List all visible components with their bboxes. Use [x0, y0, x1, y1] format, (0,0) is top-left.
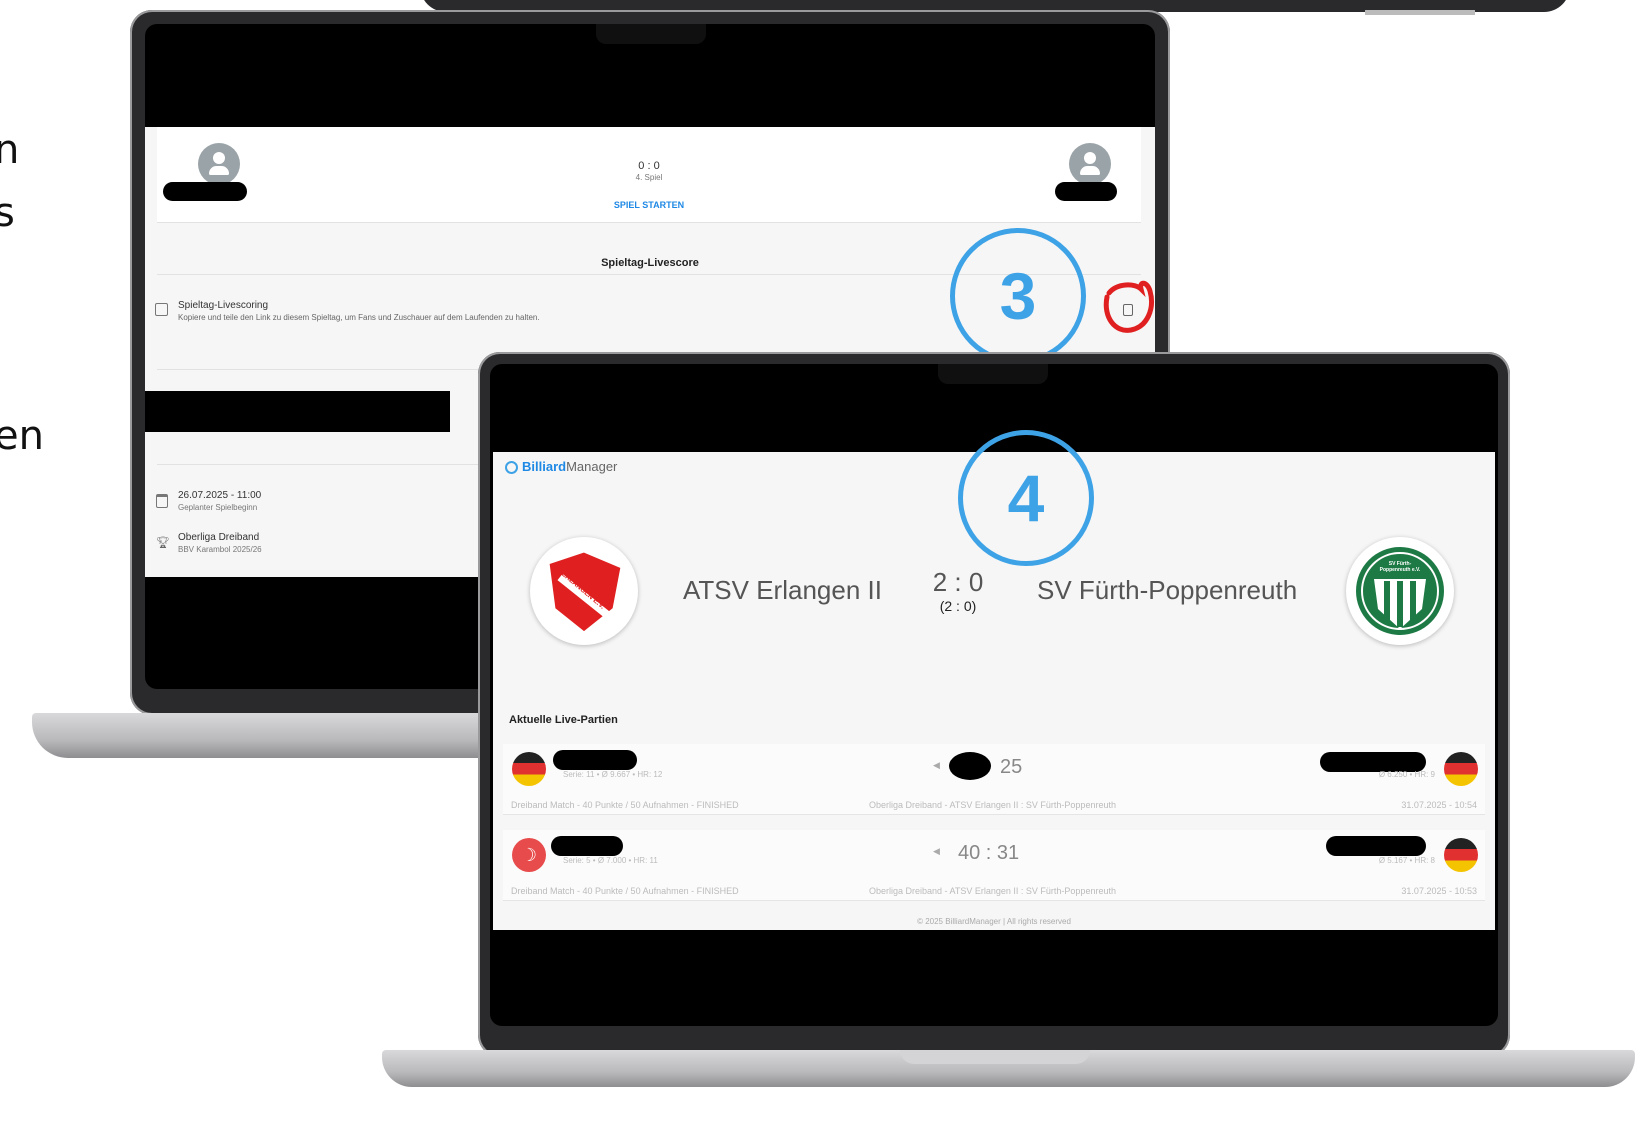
side-fragment-1: n: [0, 127, 20, 173]
side-fragment-3: en: [0, 413, 44, 459]
trophy-icon: 🏆︎: [156, 537, 170, 549]
livescoring-title: Spieltag-Livescoring: [178, 300, 269, 311]
table-row[interactable]: ☽ Serie: 5 • Ø 7.000 • HR: 11 ◀ 40 : 31 …: [503, 830, 1485, 901]
right-player-stats: Ø 6.250 • HR: 9: [1378, 770, 1435, 779]
back-laptop-notch: [596, 24, 706, 44]
schedule-date: 26.07.2025 - 11:00: [178, 490, 262, 501]
page-footer: © 2025 BilliardManager | All rights rese…: [917, 917, 1071, 926]
match-card: 0 : 0 4. Spiel SPIEL STARTEN: [157, 127, 1141, 223]
player-right-redacted: [1055, 182, 1117, 201]
front-laptop-hinge-notch: [900, 1050, 1090, 1064]
player-redacted: [551, 836, 623, 856]
match-meta-mid: Oberliga Dreiband - ATSV Erlangen II : S…: [869, 800, 1116, 810]
match-score: 0 : 0: [638, 160, 660, 172]
top-device-foot: [1365, 10, 1475, 15]
step-3-marker: 3: [950, 228, 1086, 364]
game-label: 4. Spiel: [635, 173, 663, 182]
schedule-label: Geplanter Spielbeginn: [178, 503, 258, 512]
league-season: BBV Karambol 2025/26: [178, 545, 262, 554]
flag-germany-icon: [1444, 752, 1478, 786]
left-player-stats: Serie: 11 • Ø 9.667 • HR: 12: [563, 770, 663, 779]
away-team-name: SV Fürth-Poppenreuth: [1037, 575, 1298, 605]
flag-turkey-icon: ☽: [512, 838, 546, 872]
step-4-marker: 4: [958, 430, 1094, 566]
chevron-left-icon: ◀: [933, 760, 940, 770]
calendar-share-icon: [155, 303, 168, 316]
player-redacted: [553, 750, 637, 770]
crest-icon: [1356, 547, 1444, 635]
flag-germany-icon: [512, 752, 546, 786]
side-fragment-2: s: [0, 190, 15, 236]
left-player-stats: Serie: 5 • Ø 7.000 • HR: 11: [563, 856, 658, 865]
home-team-name: ATSV Erlangen II: [683, 575, 882, 605]
start-game-button[interactable]: SPIEL STARTEN: [157, 200, 1141, 210]
match-meta-right: 31.07.2025 - 10:53: [1401, 886, 1477, 896]
score-redacted: [949, 752, 991, 780]
home-team-logo: ATSV 1898 ERLANGEN E.V.: [530, 537, 638, 645]
player-redacted: [1326, 836, 1426, 856]
calendar-icon: [156, 494, 168, 508]
brand-rest: Manager: [566, 459, 618, 474]
match-score: 2 : 0: [932, 567, 984, 597]
player-left-redacted: [163, 182, 247, 201]
away-team-logo: SV Fürth-Poppenreuth e.V.: [1346, 537, 1454, 645]
front-laptop-notch: [938, 364, 1048, 384]
table-row[interactable]: Serie: 11 • Ø 9.667 • HR: 12 ◀ 25 Ø 6.25…: [503, 744, 1485, 815]
red-highlight-scribble: [1103, 280, 1154, 333]
match-meta-left: Dreiband Match - 40 Punkte / 50 Aufnahme…: [511, 886, 739, 896]
league-name: Oberliga Dreiband: [178, 532, 260, 543]
match-score: 40 : 31: [958, 842, 1020, 864]
player-redacted: [1320, 752, 1426, 772]
back-laptop-base: [32, 713, 492, 758]
brand-logo[interactable]: BilliardManager: [505, 459, 617, 474]
right-player-stats: Ø 5.167 • HR: 8: [1378, 856, 1435, 865]
live-matches-title: Aktuelle Live-Partien: [509, 714, 618, 726]
livescoring-description: Kopiere und teile den Link zu diesem Spi…: [178, 313, 540, 322]
match-meta-mid: Oberliga Dreiband - ATSV Erlangen II : S…: [869, 886, 1116, 896]
brand-bold: Billiard: [522, 459, 567, 474]
flag-germany-icon: [1444, 838, 1478, 872]
away-logo-text: SV Fürth-Poppenreuth e.V.: [1379, 561, 1421, 573]
match-score: 25: [1000, 756, 1023, 778]
redacted-bar: [145, 391, 450, 432]
match-meta-left: Dreiband Match - 40 Punkte / 50 Aufnahme…: [511, 800, 739, 810]
chevron-left-icon: ◀: [933, 846, 940, 856]
match-score-sub: (2 : 0): [939, 598, 977, 614]
match-meta-right: 31.07.2025 - 10:54: [1401, 800, 1477, 810]
globe-icon: [505, 461, 518, 474]
